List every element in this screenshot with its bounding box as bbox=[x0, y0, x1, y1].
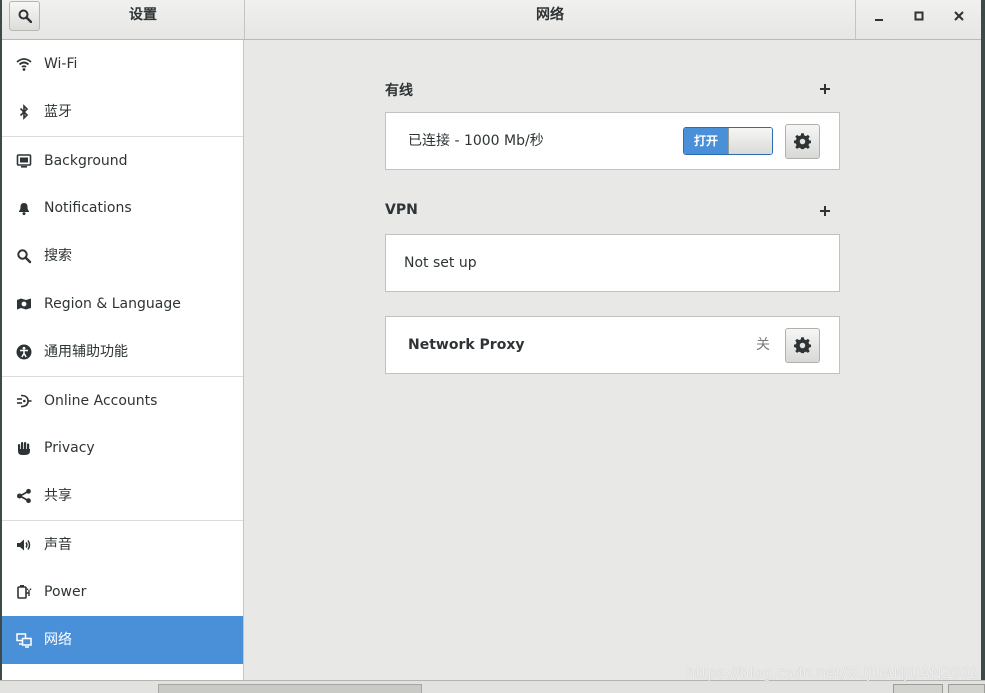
search-icon bbox=[17, 249, 32, 264]
sidebar-item-label: Notifications bbox=[44, 200, 132, 216]
header-bar: 设置 网络 bbox=[2, 0, 981, 40]
search-button[interactable] bbox=[9, 1, 40, 31]
header-separator bbox=[855, 0, 856, 39]
settings-title: 设置 bbox=[129, 7, 157, 23]
close-icon bbox=[954, 11, 964, 21]
background-icon bbox=[16, 153, 32, 168]
watermark: https://blog.csdn.net/XUJUANJUAN2002 bbox=[686, 664, 980, 682]
accessibility-icon bbox=[16, 344, 32, 360]
add-vpn-button[interactable] bbox=[818, 204, 832, 218]
maximize-button[interactable] bbox=[906, 5, 932, 27]
search-icon bbox=[18, 9, 32, 23]
minimize-button[interactable] bbox=[866, 5, 892, 27]
vpn-empty-text: Not set up bbox=[404, 255, 477, 271]
wired-settings-button[interactable] bbox=[785, 124, 820, 159]
sidebar-item-power[interactable]: Power bbox=[2, 568, 243, 616]
sidebar-item-label: Privacy bbox=[44, 440, 95, 456]
settings-window: 设置 网络 Wi-Fi 蓝牙 Background Notifications … bbox=[2, 0, 981, 680]
proxy-settings-button[interactable] bbox=[785, 328, 820, 363]
wired-status: 已连接 - 1000 Mb/秒 bbox=[408, 133, 544, 149]
maximize-icon bbox=[914, 11, 924, 21]
sidebar-item-label: 网络 bbox=[44, 632, 72, 648]
bluetooth-icon bbox=[19, 104, 29, 120]
power-plug-icon bbox=[17, 585, 32, 599]
wired-connection-row: 已连接 - 1000 Mb/秒 打开 bbox=[385, 112, 840, 170]
close-button[interactable] bbox=[946, 5, 972, 27]
wifi-icon bbox=[16, 58, 32, 71]
wired-toggle-switch[interactable]: 打开 bbox=[683, 127, 773, 155]
sidebar-item-search[interactable]: 搜索 bbox=[2, 232, 243, 280]
sidebar-item-label: Power bbox=[44, 584, 87, 600]
sidebar-item-sharing[interactable]: 共享 bbox=[2, 472, 243, 520]
wired-section-title: 有线 bbox=[385, 83, 413, 99]
network-panel: 有线 已连接 - 1000 Mb/秒 打开 VPN Not set up Net… bbox=[245, 40, 981, 680]
sidebar-item-network[interactable]: 网络 bbox=[2, 616, 243, 664]
sidebar-item-label: 通用辅助功能 bbox=[44, 344, 128, 360]
share-icon bbox=[17, 488, 31, 504]
sidebar-item-label: 共享 bbox=[44, 488, 72, 504]
bell-icon bbox=[19, 203, 29, 216]
sidebar-item-sound[interactable]: 声音 bbox=[2, 520, 243, 568]
region-icon bbox=[17, 298, 31, 310]
sidebar-item-label: 搜索 bbox=[44, 248, 72, 264]
sidebar-item-label: 声音 bbox=[44, 537, 72, 553]
gear-icon bbox=[794, 337, 811, 354]
sidebar-item-label: Wi-Fi bbox=[44, 56, 78, 72]
sidebar-item-label: Background bbox=[44, 153, 128, 169]
add-wired-button[interactable] bbox=[818, 82, 832, 96]
sidebar-item-background[interactable]: Background bbox=[2, 136, 243, 184]
sidebar-item-online-accounts[interactable]: Online Accounts bbox=[2, 376, 243, 424]
header-left-pane: 设置 bbox=[2, 0, 245, 39]
sidebar-item-privacy[interactable]: Privacy bbox=[2, 424, 243, 472]
sidebar-item-bluetooth[interactable]: 蓝牙 bbox=[2, 88, 243, 136]
toggle-knob bbox=[728, 128, 772, 154]
page-title: 网络 bbox=[536, 7, 564, 23]
network-proxy-label: Network Proxy bbox=[408, 337, 525, 353]
minimize-icon bbox=[875, 19, 883, 21]
network-icon bbox=[16, 633, 32, 648]
network-proxy-row[interactable]: Network Proxy 关 bbox=[385, 316, 840, 374]
toggle-on-label: 打开 bbox=[684, 128, 728, 154]
hand-icon bbox=[18, 442, 30, 455]
vpn-list: Not set up bbox=[385, 234, 840, 292]
proxy-status: 关 bbox=[756, 337, 770, 353]
gear-icon bbox=[794, 133, 811, 150]
sidebar-item-region[interactable]: Region & Language bbox=[2, 280, 243, 328]
sidebar-item-label: 蓝牙 bbox=[44, 104, 72, 120]
online-accounts-icon bbox=[17, 394, 32, 407]
sidebar-item-label: Region & Language bbox=[44, 296, 181, 312]
sidebar: Wi-Fi 蓝牙 Background Notifications 搜索 Reg… bbox=[2, 40, 244, 680]
sidebar-item-accessibility[interactable]: 通用辅助功能 bbox=[2, 328, 243, 376]
sidebar-item-wifi[interactable]: Wi-Fi bbox=[2, 40, 243, 88]
speaker-icon bbox=[17, 539, 31, 550]
vpn-section-title: VPN bbox=[385, 202, 418, 218]
sidebar-item-label: Online Accounts bbox=[44, 393, 158, 409]
sidebar-item-notifications[interactable]: Notifications bbox=[2, 184, 243, 232]
